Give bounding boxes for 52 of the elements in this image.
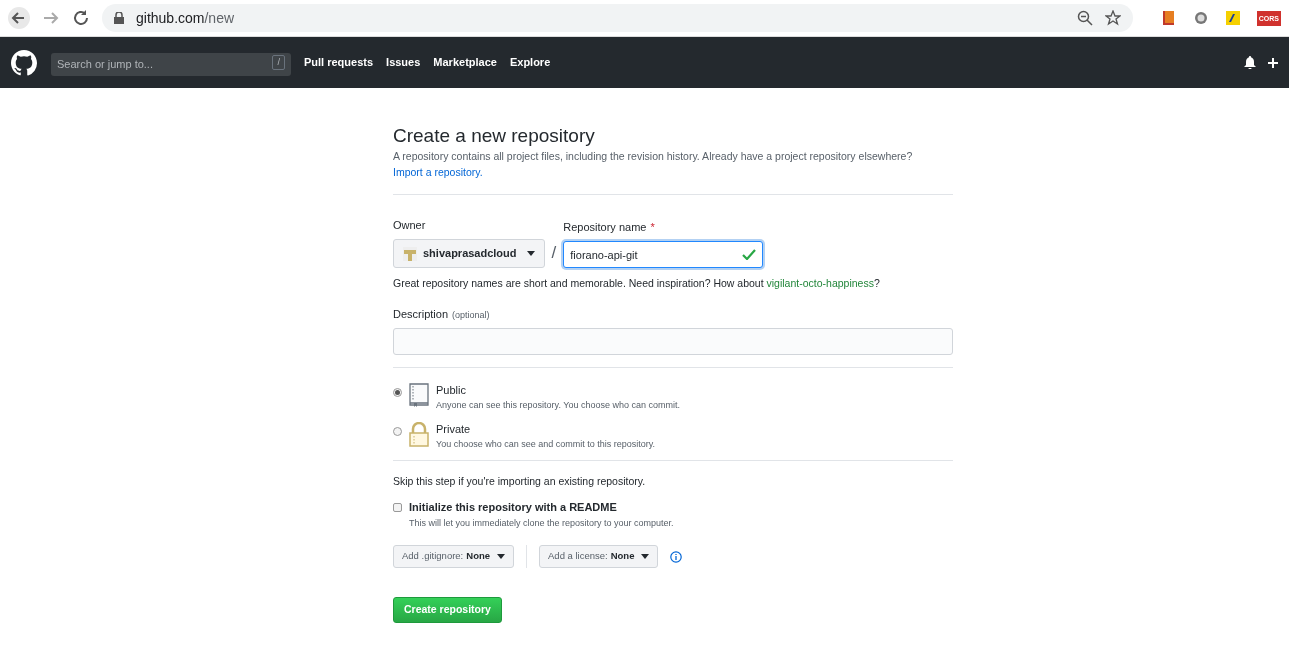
nav-link[interactable]: Explore	[509, 54, 551, 71]
visibility-radio[interactable]	[393, 426, 402, 436]
address-bar[interactable]: github.com/new	[102, 4, 1133, 32]
import-link[interactable]: Import a repository.	[393, 164, 953, 181]
url-text: github.com/new	[136, 8, 235, 28]
owner-label: Owner	[393, 217, 427, 233]
repository-name-field[interactable]: fiorano-api-git	[563, 241, 764, 268]
caret-icon	[641, 554, 650, 559]
lock-icon	[114, 12, 124, 24]
description-field[interactable]	[393, 328, 953, 356]
readme-label: Initialize this repository with a README	[409, 500, 617, 515]
lock-icon	[409, 421, 429, 447]
book-icon	[409, 383, 429, 408]
visibility-label: Public	[436, 383, 467, 398]
name-hint: Great repository names are short and memorable. Need inspiration? How about vigilant-octo-happiness?	[393, 276, 881, 291]
visibility-radio[interactable]	[393, 388, 402, 398]
suggestion-link[interactable]: vigilant-octo-happiness	[766, 277, 874, 289]
gitignore-dropdown[interactable]: Add .gitignore: None	[393, 545, 514, 568]
shortcut-key: /	[272, 55, 285, 70]
required-mark: *	[650, 219, 655, 235]
book-extension-icon[interactable]	[1160, 10, 1177, 26]
description-label: Description	[393, 306, 449, 322]
visibility-note: Anyone can see this repository. You choose who can commit.	[436, 399, 680, 413]
license-dropdown[interactable]: Add a license: None	[539, 545, 659, 568]
visibility-label: Private	[436, 421, 472, 436]
nav-link[interactable]: Marketplace	[433, 54, 497, 71]
caret-icon	[526, 251, 535, 256]
page-title: Create a new repository	[393, 124, 596, 148]
bell-icon[interactable]	[1244, 56, 1256, 69]
github-logo-icon[interactable]	[11, 49, 37, 76]
skip-note: Skip this step if you're importing an existing repository.	[393, 474, 647, 490]
readme-checkbox[interactable]	[393, 502, 402, 512]
circle-extension-icon[interactable]	[1192, 10, 1209, 26]
readme-note: This will let you immediately clone the repository to your computer.	[409, 516, 675, 530]
check-icon	[742, 249, 757, 260]
avatar-icon	[403, 246, 417, 261]
nav-link[interactable]: Pull requests	[304, 54, 374, 71]
slash-separator: /	[550, 241, 558, 264]
intro-text: A repository contains all project files, including the revision history. Already have a project repository elsewhere?	[393, 149, 914, 164]
plus-icon[interactable]	[1268, 57, 1278, 68]
star-icon[interactable]	[1104, 10, 1121, 26]
reload-icon[interactable]	[72, 9, 90, 27]
visibility-note: You choose who can see and commit to this repository.	[436, 437, 656, 451]
zoom-icon[interactable]	[1076, 10, 1093, 26]
repository-name-label: Repository name	[563, 219, 647, 235]
nav-link[interactable]: Issues	[386, 54, 421, 71]
note-extension-icon[interactable]	[1224, 10, 1241, 26]
caret-icon	[497, 554, 505, 559]
owner-dropdown[interactable]: shivaprasadcloud	[393, 239, 545, 268]
back-icon[interactable]	[8, 7, 30, 29]
optional-note: (optional)	[452, 308, 490, 322]
info-icon[interactable]	[670, 550, 683, 563]
